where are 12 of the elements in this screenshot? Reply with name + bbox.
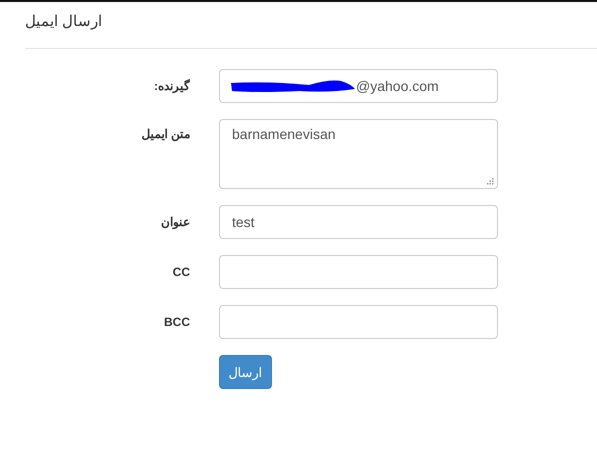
field-label: CC [172, 264, 190, 279]
field-label: گیرنده: [153, 78, 190, 93]
resize-grip-icon[interactable] [487, 178, 494, 185]
page-title: ارسال ایمیل [25, 12, 102, 30]
input-field[interactable] [219, 255, 498, 289]
send-button[interactable]: ارسال [219, 355, 272, 389]
input-field[interactable]: test [219, 205, 498, 239]
field-label: عنوان [160, 214, 190, 229]
input-field[interactable] [219, 305, 498, 339]
message-field[interactable]: barnamenevisan [219, 119, 498, 189]
field-label: BCC [163, 314, 190, 329]
field-label: متن ایمیل [140, 126, 190, 141]
